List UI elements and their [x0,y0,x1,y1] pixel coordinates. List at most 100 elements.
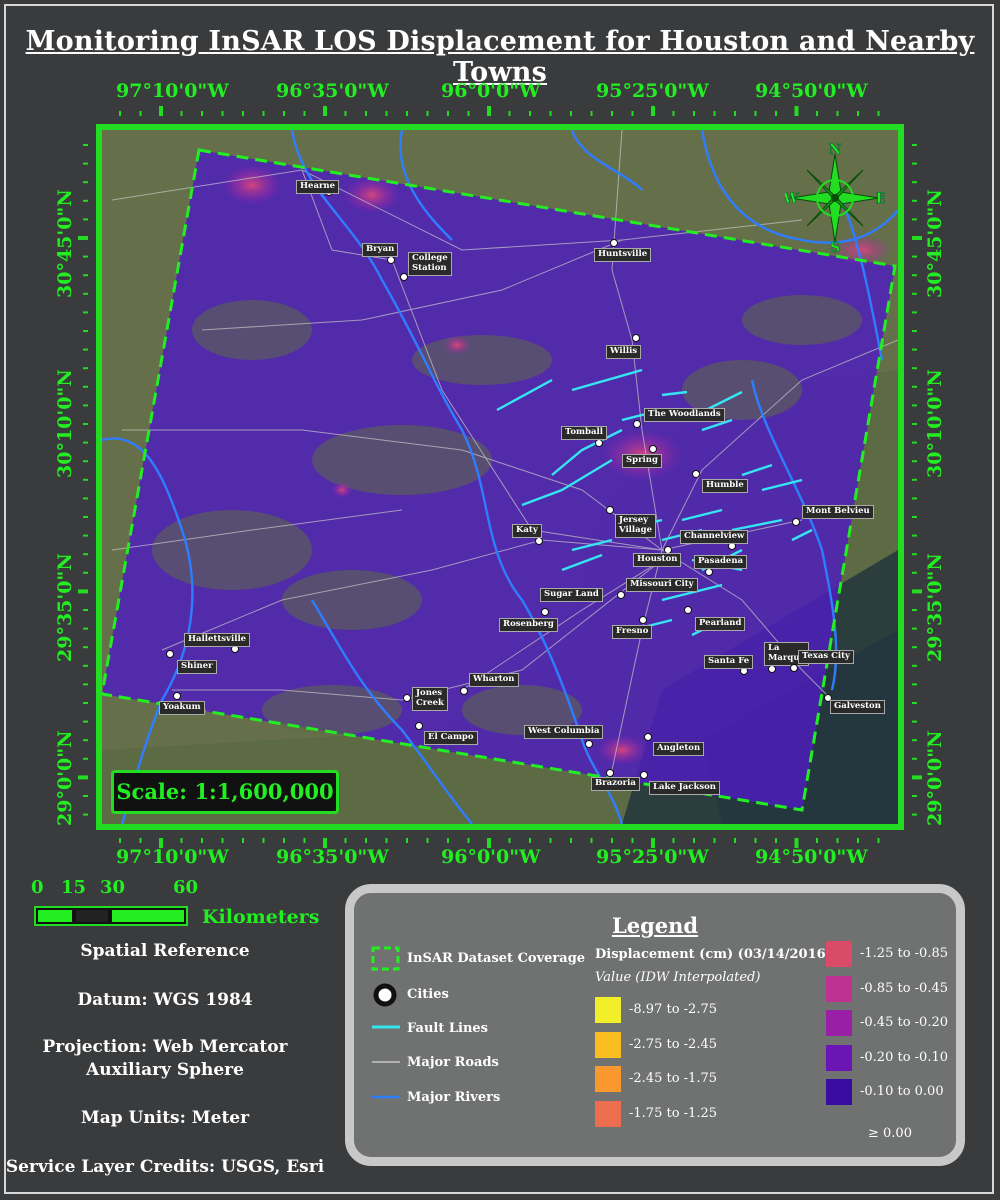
city-label: Wharton [469,673,519,687]
city-label: Rosenberg [499,618,558,632]
city-point[interactable] [585,740,593,748]
class-swatch [595,1031,621,1058]
city-point[interactable] [692,470,700,478]
lat-label-right-2: 30°10'0"N [924,369,946,478]
lon-label-bottom-1: 97°10'0"W [116,846,229,868]
city-point[interactable] [633,420,641,428]
city-label: Texas City [798,650,854,664]
map-frame[interactable]: N S E W Hearne Bryan College Station Huntsv… [96,124,904,830]
legend-coverage-label: InSAR Dataset Coverage [407,951,586,966]
city-label: Jones Creek [412,687,448,711]
legend-panel: Legend InSAR Dataset Coverage Cities Fau… [345,884,965,1166]
city-label: Angleton [653,742,705,756]
city-point[interactable] [460,687,468,695]
city-label: Mont Belvieu [802,505,874,519]
class-swatch [826,1010,852,1036]
projection-text-line1: Projection: Web Mercator [42,1037,288,1057]
city-point[interactable] [387,256,395,264]
fault-legend-icon [372,1025,400,1029]
city-point[interactable] [415,722,423,730]
city-label: Lake Jackson [649,781,720,795]
lon-label-bottom-4: 95°25'0"W [596,846,709,868]
city-label: Bryan [362,243,399,257]
lat-label-right-3: 29°35'0"N [924,553,946,662]
city-point[interactable] [632,334,640,342]
lat-label-right-1: 30°45'0"N [924,189,946,298]
city-point[interactable] [166,650,174,658]
lon-label-top-3: 96°0'0"W [441,80,541,102]
city-point[interactable] [606,769,614,777]
city-point[interactable] [768,665,776,673]
displacement-subheading: Value (IDW Interpolated) [595,970,761,985]
displacement-heading: Displacement (cm) (03/14/2016) [595,947,832,962]
legend-cities-label: Cities [407,987,449,1002]
class-swatch [826,1079,852,1105]
class-label: -8.97 to -2.75 [629,1002,717,1017]
map-units-text: Map Units: Meter [80,1108,250,1128]
city-point[interactable] [595,439,603,447]
city-point[interactable] [684,606,692,614]
city-point[interactable] [792,518,800,526]
map-title: Monitoring InSAR LOS Displacement for Ho… [25,26,975,88]
city-point[interactable] [400,273,408,281]
class-label: -1.25 to -0.85 [860,946,948,961]
city-label: Channelview [680,530,749,544]
city-point[interactable] [640,771,648,779]
city-point[interactable] [173,692,181,700]
city-label: Spring [622,454,662,468]
lat-label-right-4: 29°0'0"N [924,730,946,826]
city-label: Katy [512,524,542,538]
city-label: Pearland [695,617,746,631]
lat-label-left-2: 30°10'0"N [54,369,76,478]
city-point[interactable] [644,733,652,741]
city-label: Willis [606,345,642,359]
compass-west-letter: W [785,191,799,207]
city-label: Shiner [177,660,217,674]
city-point[interactable] [639,616,647,624]
lon-label-top-4: 95°25'0"W [596,80,709,102]
scalebar-tick-60: 60 [173,877,199,898]
road-legend-icon [372,1061,400,1063]
city-point[interactable] [649,445,657,453]
city-label: Jersey Village [615,514,656,538]
compass-north-letter: N [829,142,842,158]
class-swatch [826,1044,852,1071]
class-label: -2.75 to -2.45 [629,1036,717,1052]
class-label: -0.20 to -0.10 [860,1049,948,1065]
river-legend-icon [372,1095,400,1099]
class-swatch [595,1100,621,1127]
city-label: Galveston [830,700,885,714]
class-swatch [826,975,852,1002]
class-label: -0.45 to -0.20 [860,1015,948,1030]
compass-south-letter: S [830,240,840,254]
city-label: Sugar Land [540,588,603,602]
city-label: Yoakum [159,701,205,715]
class-swatch [826,941,852,967]
class-label: -1.75 to -1.25 [629,1105,717,1121]
lon-label-bottom-3: 96°0'0"W [441,846,541,868]
city-label: El Campo [424,731,478,745]
north-arrow-compass-icon: N S E W [785,142,885,254]
city-label: West Columbia [524,725,604,739]
class-swatch [595,1066,621,1092]
city-point[interactable] [610,239,618,247]
city-point[interactable] [790,664,798,672]
compass-east-letter: E [876,191,885,207]
city-point[interactable] [403,694,411,702]
class-label: -0.10 to 0.00 [860,1084,944,1099]
scalebar-tick-15: 15 [61,877,87,898]
city-point[interactable] [606,506,614,514]
city-label: Missouri City [626,578,698,592]
city-label: Pasadena [694,555,748,569]
lat-label-left-3: 29°35'0"N [54,553,76,662]
city-point[interactable] [617,591,625,599]
coverage-legend-icon [371,946,400,971]
map-canvas [102,130,898,824]
city-point[interactable] [541,608,549,616]
city-point[interactable] [535,537,543,545]
city-label: Fresno [612,625,653,639]
scalebar-tick-0: 0 [31,877,44,898]
city-label: Brazoria [591,777,640,791]
city-point[interactable] [705,568,713,576]
scalebar [34,906,188,926]
